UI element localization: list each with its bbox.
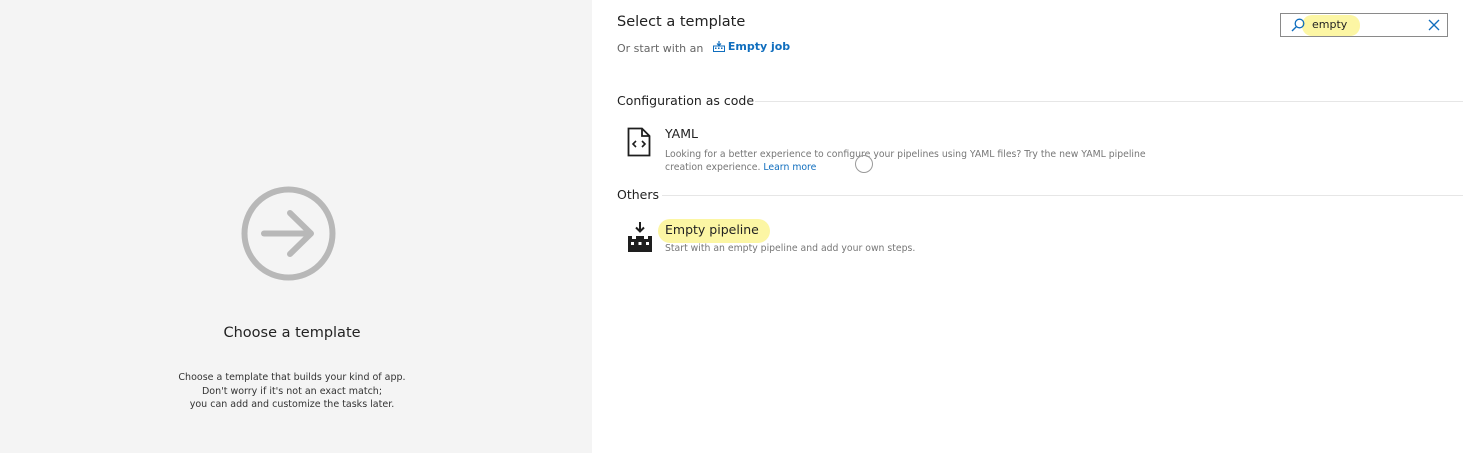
template-item-yaml[interactable]: YAML Looking for a better experience to …: [617, 124, 1177, 180]
search-box[interactable]: [1280, 13, 1448, 37]
arrow-circle-icon: [241, 186, 336, 281]
section-divider: [755, 101, 1463, 102]
section-header-others: Others: [617, 187, 660, 202]
yaml-file-icon: [627, 127, 651, 157]
empty-pipeline-icon: [628, 222, 652, 252]
subtitle: Or start with an Empty job: [617, 40, 790, 55]
left-description: Choose a template that builds your kind …: [0, 371, 584, 412]
empty-job-link[interactable]: Empty job: [712, 40, 791, 53]
loading-cursor: [855, 155, 873, 173]
template-description-text: creation experience.: [665, 162, 761, 173]
left-description-line: Don't worry if it's not an exact match;: [201, 385, 383, 397]
section-header-configuration-as-code: Configuration as code: [617, 93, 755, 108]
empty-job-icon: [712, 41, 725, 52]
template-description: Start with an empty pipeline and add you…: [665, 243, 916, 254]
subtitle-prefix: Or start with an: [617, 42, 704, 55]
template-name: Empty pipeline: [665, 222, 759, 237]
template-description: Looking for a better experience to confi…: [665, 148, 1165, 174]
left-panel: Choose a template Choose a template that…: [0, 0, 592, 453]
right-panel: Select a template Or start with an Empty…: [592, 0, 1468, 453]
template-item-empty-pipeline[interactable]: Empty pipeline Start with an empty pipel…: [617, 220, 1177, 258]
template-name: YAML: [665, 126, 698, 141]
search-input[interactable]: [1312, 18, 1422, 31]
empty-job-label: Empty job: [727, 40, 791, 53]
learn-more-link[interactable]: Learn more: [763, 162, 816, 173]
left-description-line: Choose a template that builds your kind …: [178, 372, 406, 383]
section-divider: [662, 195, 1463, 196]
left-title: Choose a template: [223, 325, 361, 341]
left-description-line: you can add and customize the tasks late…: [189, 399, 395, 410]
search-icon: [1291, 18, 1305, 32]
template-description-line: Looking for a better experience to confi…: [665, 149, 1146, 160]
close-icon[interactable]: [1428, 19, 1440, 31]
template-description-line: creation experience. Learn more: [665, 161, 1165, 174]
page-title: Select a template: [617, 14, 746, 30]
